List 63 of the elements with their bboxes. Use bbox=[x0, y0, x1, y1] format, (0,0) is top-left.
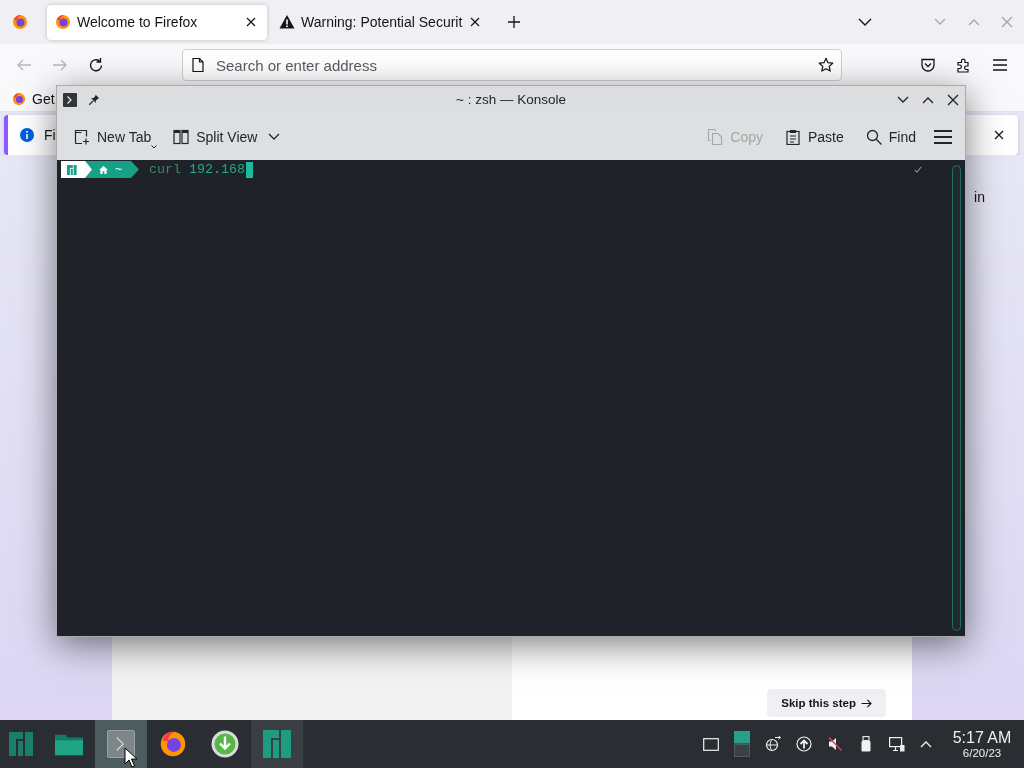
window-icon[interactable] bbox=[703, 736, 719, 752]
logo-icon bbox=[263, 730, 291, 758]
maximize-icon[interactable] bbox=[922, 95, 934, 104]
plus-icon[interactable] bbox=[508, 16, 520, 28]
split-view-icon bbox=[173, 128, 190, 145]
menu-icon[interactable] bbox=[992, 57, 1008, 73]
home-icon bbox=[99, 165, 108, 174]
dropdown-indicator-icon bbox=[151, 144, 158, 149]
search-icon bbox=[865, 128, 882, 145]
distro-logo-icon bbox=[67, 164, 77, 175]
browser-icon bbox=[12, 91, 26, 106]
pocket-icon[interactable] bbox=[920, 57, 936, 73]
close-icon[interactable] bbox=[246, 17, 256, 27]
clock-time[interactable]: 5:17 AM bbox=[952, 728, 1012, 747]
clock-date[interactable]: 6/20/23 bbox=[962, 746, 1002, 760]
window-title: ~ : zsh — Konsole bbox=[456, 92, 566, 107]
browser-icon[interactable] bbox=[12, 14, 28, 30]
desktop-pager-icon[interactable] bbox=[734, 731, 750, 757]
page-text: in bbox=[974, 189, 985, 205]
update-icon[interactable] bbox=[796, 736, 812, 752]
launcher-logo-icon[interactable] bbox=[9, 732, 33, 756]
paste-button[interactable]: Paste bbox=[778, 122, 850, 151]
pin-icon[interactable] bbox=[88, 93, 100, 106]
chevron-down-icon[interactable] bbox=[268, 133, 281, 140]
close-icon[interactable] bbox=[470, 17, 480, 27]
find-button[interactable]: Find bbox=[859, 122, 922, 151]
puzzle-icon[interactable] bbox=[956, 57, 972, 73]
mouse-pointer-icon bbox=[124, 747, 137, 768]
skip-button[interactable]: Skip this step bbox=[767, 689, 886, 717]
browser-tab[interactable]: Warning: Potential Securit bbox=[271, 4, 491, 40]
address-field[interactable]: Search or enter address bbox=[182, 49, 842, 81]
chevron-down-icon[interactable] bbox=[858, 18, 872, 26]
monitor-icon[interactable] bbox=[889, 736, 905, 752]
info-icon bbox=[20, 128, 34, 142]
browser-tab[interactable]: Welcome to Firefox bbox=[47, 4, 267, 40]
scrollbar[interactable] bbox=[952, 165, 961, 631]
muted-speaker-icon[interactable] bbox=[827, 736, 843, 752]
copy-icon bbox=[707, 128, 724, 145]
split-view-button[interactable]: Split View bbox=[167, 122, 264, 151]
command-text: curl bbox=[149, 162, 181, 177]
notification-text: Fi bbox=[44, 127, 56, 143]
arrow-right-icon bbox=[861, 698, 872, 708]
menu-icon[interactable] bbox=[934, 129, 952, 144]
terminal-icon bbox=[107, 730, 135, 758]
reload-icon[interactable] bbox=[88, 57, 104, 73]
clipboard-icon bbox=[784, 128, 801, 145]
close-icon[interactable] bbox=[947, 93, 959, 106]
minimize-icon[interactable] bbox=[897, 95, 909, 104]
close-icon[interactable] bbox=[994, 130, 1004, 140]
network-icon[interactable] bbox=[765, 736, 781, 752]
bookmark-item[interactable]: Get bbox=[12, 90, 55, 107]
star-icon[interactable] bbox=[818, 57, 834, 73]
terminal-icon[interactable] bbox=[63, 92, 77, 107]
page-icon bbox=[190, 57, 206, 73]
prompt-directory: ~ bbox=[115, 162, 123, 177]
chevron-up-icon[interactable] bbox=[920, 740, 932, 748]
new-tab-button[interactable]: New Tab bbox=[68, 122, 158, 151]
task-button[interactable] bbox=[95, 720, 147, 768]
command-argument: 192.168 bbox=[189, 162, 245, 177]
download-icon[interactable] bbox=[211, 730, 239, 758]
browser-icon[interactable] bbox=[159, 730, 187, 758]
text-cursor bbox=[246, 161, 253, 178]
new-tab-icon bbox=[74, 128, 90, 145]
